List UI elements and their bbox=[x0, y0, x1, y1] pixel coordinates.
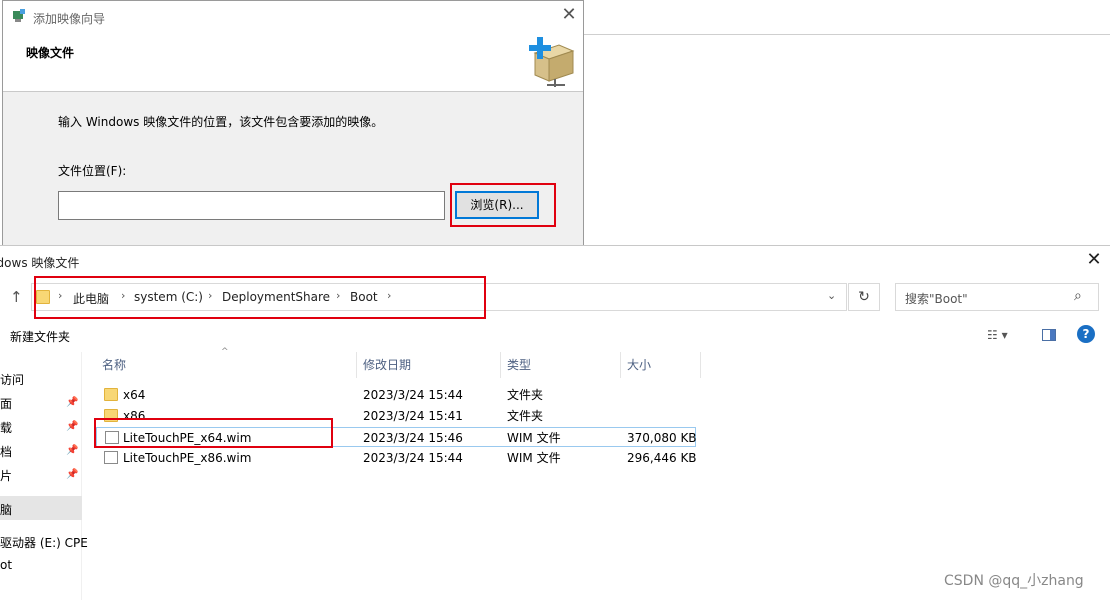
column-divider[interactable] bbox=[356, 352, 357, 378]
sidebar-selection bbox=[0, 496, 82, 520]
search-placeholder: 搜索"Boot" bbox=[905, 292, 968, 306]
highlight-address bbox=[34, 276, 486, 319]
file-name: LiteTouchPE_x86.wim bbox=[123, 451, 252, 465]
wizard-description: 输入 Windows 映像文件的位置，该文件包含要添加的映像。 bbox=[58, 115, 384, 129]
help-icon[interactable]: ? bbox=[1077, 325, 1095, 343]
pin-icon: 📌 bbox=[66, 445, 79, 456]
wizard-app-icon bbox=[13, 9, 25, 22]
navigation-pane: 访问 面 📌 载 📌 档 📌 片 📌 脑 驱动器 (E:) CPE ot bbox=[0, 352, 88, 600]
dialog-title: Windows 映像文件 bbox=[0, 256, 80, 270]
sidebar-item-this-pc[interactable]: 脑 bbox=[0, 501, 12, 518]
folder-icon bbox=[104, 388, 118, 401]
file-location-input[interactable] bbox=[58, 191, 445, 220]
column-date[interactable]: 修改日期 bbox=[363, 352, 411, 378]
preview-pane-icon[interactable] bbox=[1042, 329, 1056, 341]
search-input[interactable]: 搜索"Boot" ⌕ bbox=[895, 283, 1099, 311]
sidebar-item-pictures[interactable]: 片 bbox=[0, 467, 12, 484]
new-folder-button[interactable]: 新建文件夹 bbox=[10, 328, 70, 345]
file-date: 2023/3/24 15:44 bbox=[363, 388, 463, 402]
up-arrow-icon[interactable]: ↑ bbox=[10, 288, 23, 306]
file-location-label: 文件位置(F): bbox=[58, 164, 127, 178]
file-type: WIM 文件 bbox=[507, 451, 561, 465]
column-divider[interactable] bbox=[620, 352, 621, 378]
file-date: 2023/3/24 15:46 bbox=[363, 431, 463, 445]
sidebar-item-network[interactable]: ot bbox=[0, 558, 12, 572]
highlight-browse bbox=[450, 183, 556, 227]
pin-icon: 📌 bbox=[66, 397, 79, 408]
pin-icon: 📌 bbox=[66, 421, 79, 432]
file-row[interactable]: x64 2023/3/24 15:44 文件夹 bbox=[96, 385, 696, 405]
search-icon: ⌕ bbox=[1074, 288, 1082, 304]
column-type[interactable]: 类型 bbox=[507, 352, 531, 378]
dialog-close-button[interactable]: ✕ bbox=[1084, 250, 1104, 270]
file-row[interactable]: LiteTouchPE_x86.wim 2023/3/24 15:44 WIM … bbox=[96, 448, 697, 468]
sidebar-item-desktop[interactable]: 面 bbox=[0, 395, 12, 412]
wizard-close-button[interactable]: ✕ bbox=[559, 5, 579, 25]
background-window bbox=[583, 0, 1110, 95]
pin-icon: 📌 bbox=[66, 469, 79, 480]
sidebar-item-quick-access[interactable]: 访问 bbox=[0, 371, 24, 388]
wizard-header: 添加映像向导 ✕ 映像文件 bbox=[3, 1, 583, 92]
file-size: 370,080 KB bbox=[627, 431, 697, 445]
sidebar-item-documents[interactable]: 档 bbox=[0, 443, 12, 460]
column-size[interactable]: 大小 bbox=[627, 352, 651, 378]
highlight-file bbox=[94, 418, 333, 448]
file-size: 296,446 KB bbox=[627, 451, 697, 465]
sidebar-item-drive-e[interactable]: 驱动器 (E:) CPE bbox=[0, 534, 88, 551]
file-date: 2023/3/24 15:44 bbox=[363, 451, 463, 465]
file-type: 文件夹 bbox=[507, 409, 544, 423]
file-icon bbox=[104, 451, 118, 464]
file-date: 2023/3/24 15:41 bbox=[363, 409, 463, 423]
wizard-title: 添加映像向导 bbox=[33, 12, 106, 26]
file-type: WIM 文件 bbox=[507, 431, 561, 445]
sidebar-item-downloads[interactable]: 载 bbox=[0, 419, 12, 436]
toolbar: 新建文件夹 ☷ ▾ ? bbox=[0, 322, 1110, 350]
add-image-icon bbox=[529, 37, 575, 87]
column-name[interactable]: 名称 bbox=[102, 352, 126, 378]
file-name: x64 bbox=[123, 388, 146, 402]
column-divider[interactable] bbox=[500, 352, 501, 378]
sort-up-icon: ^ bbox=[221, 347, 229, 357]
refresh-button[interactable]: ↻ bbox=[848, 283, 880, 311]
column-divider[interactable] bbox=[700, 352, 701, 378]
view-options-icon[interactable]: ☷ ▾ bbox=[987, 328, 1008, 342]
watermark: CSDN @qq_小zhang bbox=[944, 573, 1084, 589]
chevron-down-icon[interactable]: ⌄ bbox=[827, 289, 836, 302]
file-type: 文件夹 bbox=[507, 388, 544, 402]
wizard-heading: 映像文件 bbox=[26, 46, 75, 60]
background-divider bbox=[583, 34, 1110, 35]
